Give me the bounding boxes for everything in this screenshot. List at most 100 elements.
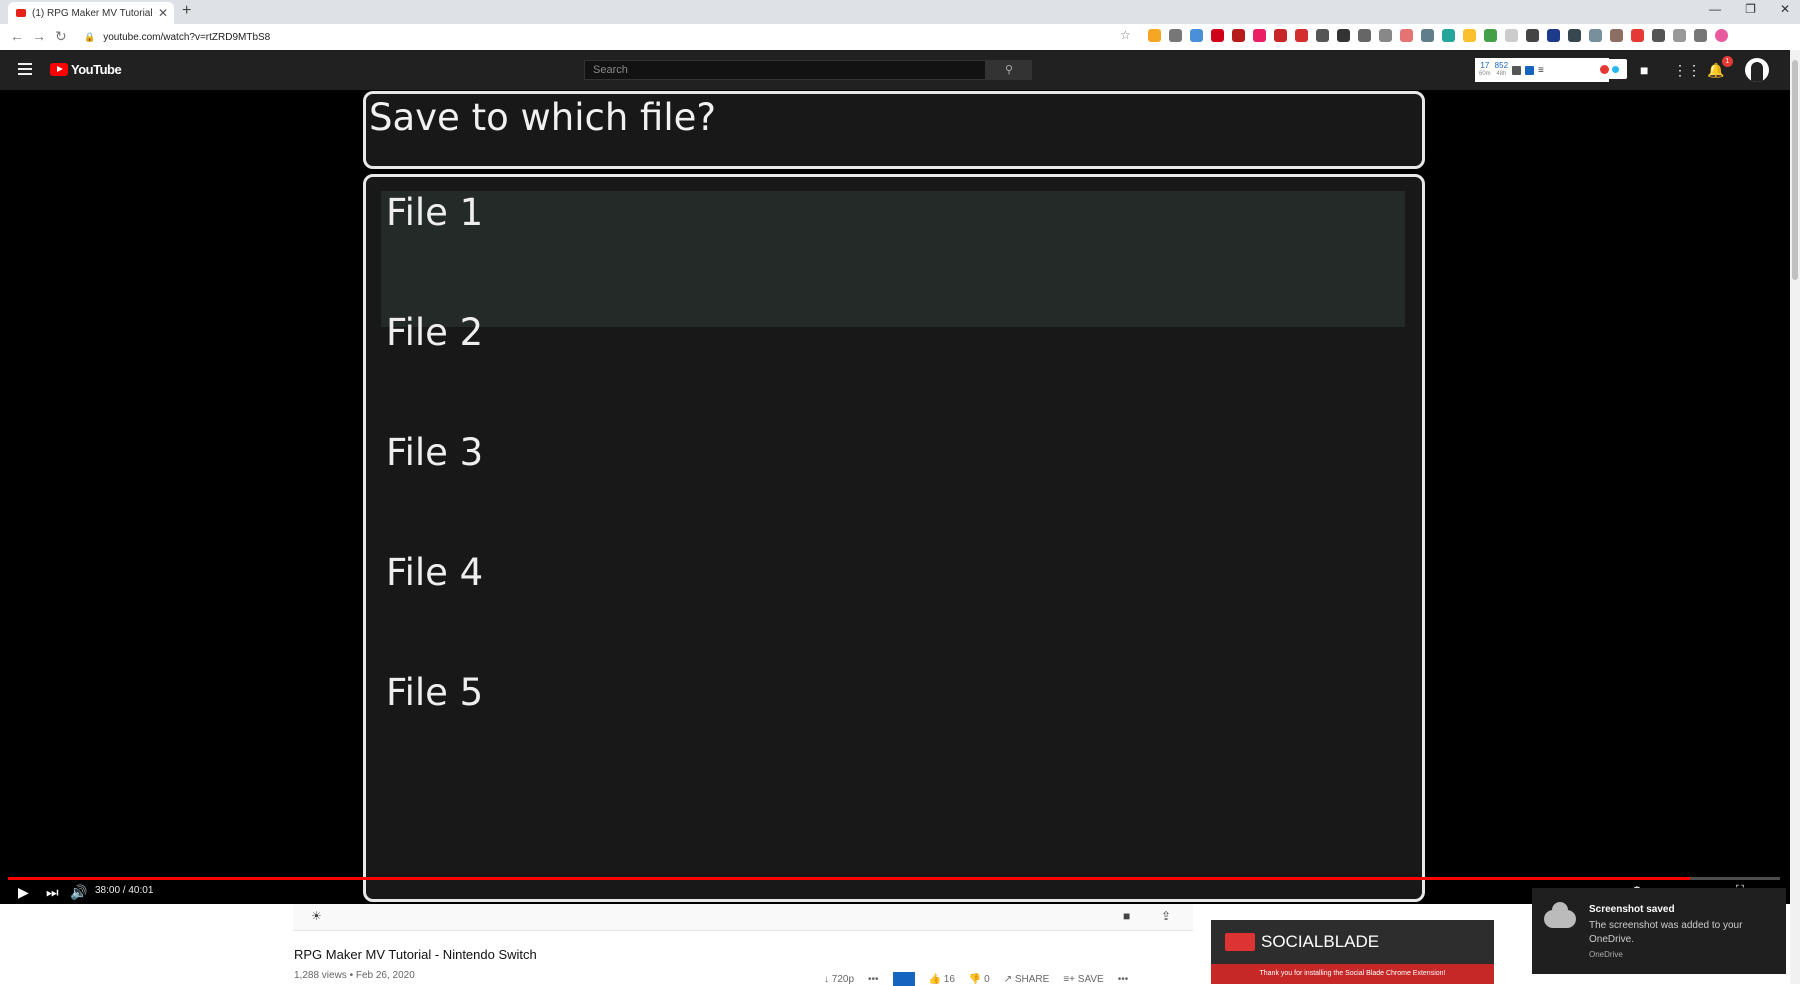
extension-icon[interactable] <box>1337 29 1350 42</box>
close-window-button[interactable]: ✕ <box>1780 2 1790 16</box>
hamburger-menu-icon[interactable] <box>18 63 32 75</box>
extension-icon[interactable] <box>1421 29 1434 42</box>
extension-action-bar: ☀ ■ ⇪ <box>293 904 1193 931</box>
socialblade-footer: Thank you for installing the Social Blad… <box>1211 964 1494 984</box>
bookmark-star-icon[interactable]: ☆ <box>1120 28 1131 42</box>
save-file-row: File 1 <box>381 191 1405 327</box>
camera-icon[interactable]: ■ <box>1123 909 1130 923</box>
chat-extension-icon[interactable] <box>1592 59 1627 79</box>
save-file-row: File 3 <box>386 431 484 474</box>
quality-label[interactable]: ↓ 720p <box>824 974 854 985</box>
notification-count-badge: 1 <box>1722 56 1733 67</box>
progress-bar[interactable] <box>8 877 1780 880</box>
youtube-favicon-icon <box>16 9 26 17</box>
extension-icon[interactable] <box>1190 29 1203 42</box>
extension-icon[interactable] <box>1232 29 1245 42</box>
create-video-icon[interactable]: ■ <box>1640 62 1648 78</box>
extension-icons <box>1148 29 1728 42</box>
account-avatar[interactable] <box>1745 58 1769 82</box>
onedrive-cloud-icon <box>1544 902 1576 928</box>
extension-icon[interactable] <box>1442 29 1455 42</box>
extension-icon[interactable] <box>1568 29 1581 42</box>
extension-icon[interactable] <box>1253 29 1266 42</box>
lock-icon: 🔒 <box>84 31 96 42</box>
tab-close-icon[interactable]: ✕ <box>156 6 170 20</box>
play-icon[interactable]: ▶ <box>18 884 29 901</box>
save-file-row: File 2 <box>386 311 484 354</box>
youtube-play-logo-icon <box>50 63 68 76</box>
browser-tab[interactable]: (1) RPG Maker MV Tutorial - Nin ✕ <box>8 2 174 24</box>
toast-body: The screenshot was added to your OneDriv… <box>1589 920 1743 945</box>
search-input[interactable]: Search <box>584 60 986 80</box>
cast-icon[interactable] <box>1673 29 1686 42</box>
brightness-icon[interactable]: ☀ <box>311 909 322 923</box>
save-prompt-text: Save to which file? <box>369 96 717 139</box>
video-player[interactable]: Save to which file? File 1 File 2 File 3… <box>0 90 1790 904</box>
reading-list-icon[interactable] <box>1694 29 1707 42</box>
window-controls: — ❐ ✕ <box>1709 2 1790 16</box>
address-bar[interactable]: 🔒 youtube.com/watch?v=rtZRD9MTbS8 <box>84 27 1134 47</box>
extension-icon[interactable] <box>1631 29 1644 42</box>
extension-icon[interactable] <box>1169 29 1182 42</box>
menu-icon[interactable]: ≡ <box>1538 65 1544 76</box>
youtube-masthead: YouTube Search ⚲ 17 60m 852 48h ≡ ■ ⋮⋮ 🔔 1 <box>0 50 1800 90</box>
browser-toolbar: ← → ↻ 🔒 youtube.com/watch?v=rtZRD9MTbS8 … <box>0 24 1800 51</box>
save-button[interactable]: ≡+ SAVE <box>1063 974 1103 985</box>
puzzle-extensions-icon[interactable] <box>1652 29 1665 42</box>
youtube-logo[interactable]: YouTube <box>50 62 122 77</box>
save-file-row: File 4 <box>386 551 484 594</box>
extension-icon[interactable] <box>1484 29 1497 42</box>
url-text: youtube.com/watch?v=rtZRD9MTbS8 <box>103 31 271 43</box>
save-prompt-window: Save to which file? <box>363 91 1425 169</box>
socialblade-logo-icon <box>1225 933 1255 951</box>
toast-title: Screenshot saved <box>1589 904 1675 915</box>
profile-avatar-icon[interactable] <box>1715 29 1728 42</box>
share-button[interactable]: ↗ SHARE <box>1004 974 1050 985</box>
reload-icon[interactable]: ↻ <box>55 28 67 45</box>
extension-icon[interactable] <box>1400 29 1413 42</box>
search-button[interactable]: ⚲ <box>986 60 1032 80</box>
scrollbar-thumb[interactable] <box>1792 60 1798 280</box>
back-arrow-icon[interactable]: ← <box>10 28 24 44</box>
extension-icon[interactable] <box>1211 29 1224 42</box>
extension-icon[interactable] <box>1358 29 1371 42</box>
save-file-row: File 5 <box>386 671 484 714</box>
stat-b: 852 48h <box>1494 61 1509 78</box>
onedrive-toast[interactable]: Screenshot saved The screenshot was adde… <box>1532 888 1786 974</box>
dislike-button[interactable]: 👎 0 <box>969 974 990 985</box>
socialblade-logo: SOCIALBLADE <box>1225 932 1379 952</box>
page-scrollbar[interactable] <box>1790 50 1800 984</box>
more-icon[interactable]: ••• <box>868 974 879 985</box>
extension-icon[interactable] <box>1295 29 1308 42</box>
extension-icon[interactable] <box>1589 29 1602 42</box>
stats-icon <box>1512 65 1522 75</box>
extension-icon[interactable] <box>1316 29 1329 42</box>
youtube-logo-text: YouTube <box>71 62 122 77</box>
more-actions-icon[interactable]: ••• <box>1118 974 1129 985</box>
extension-icon[interactable] <box>1379 29 1392 42</box>
next-icon[interactable]: ⏭ <box>46 884 59 901</box>
minimize-button[interactable]: — <box>1709 2 1721 16</box>
apps-grid-icon[interactable]: ⋮⋮ <box>1673 62 1701 79</box>
volume-icon[interactable]: 🔊 <box>70 884 87 901</box>
tab-strip: (1) RPG Maker MV Tutorial - Nin ✕ + — ❐ … <box>0 0 1800 24</box>
like-button[interactable]: 👍 16 <box>929 974 955 985</box>
share-out-icon[interactable]: ⇪ <box>1161 909 1171 923</box>
restore-button[interactable]: ❐ <box>1745 2 1756 16</box>
toast-source: OneDrive <box>1589 950 1623 959</box>
tab-title: (1) RPG Maker MV Tutorial - Nin <box>32 7 156 19</box>
extension-icon[interactable] <box>1148 29 1161 42</box>
forward-arrow-icon[interactable]: → <box>32 28 46 44</box>
extension-icon[interactable] <box>1526 29 1539 42</box>
new-tab-button[interactable]: + <box>182 2 191 20</box>
extension-icon[interactable] <box>1547 29 1560 42</box>
video-meta: 1,288 views • Feb 26, 2020 <box>294 970 415 981</box>
socialblade-stats-widget[interactable]: 17 60m 852 48h ≡ <box>1475 58 1609 82</box>
extension-icon[interactable] <box>1610 29 1623 42</box>
extension-icon[interactable] <box>1274 29 1287 42</box>
save-file-list: File 1 File 2 File 3 File 4 File 5 <box>363 174 1425 902</box>
extension-icon[interactable] <box>1463 29 1476 42</box>
socialblade-banner[interactable]: SOCIALBLADE Thank you for installing the… <box>1211 920 1494 984</box>
extension-icon[interactable] <box>1505 29 1518 42</box>
notifications-bell-icon[interactable]: 🔔 <box>1707 62 1724 79</box>
